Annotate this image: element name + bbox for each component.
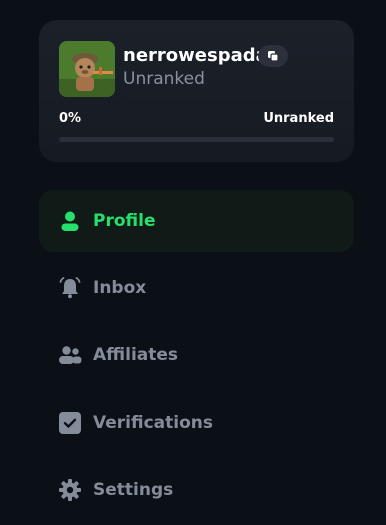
users-icon [58, 343, 82, 367]
nav-item-affiliates[interactable]: Affiliates [39, 324, 354, 386]
nav-label-verifications: Verifications [93, 413, 213, 433]
avatar-image [59, 41, 115, 97]
progress-bar [59, 137, 334, 142]
progress-next-rank: Unranked [263, 111, 334, 126]
account-sidebar: nerrowespada Unranked 0% Unranked Profil… [0, 0, 386, 525]
nav-item-settings[interactable]: Settings [39, 459, 354, 521]
rank-label: Unranked [123, 69, 205, 89]
nav-label-inbox: Inbox [93, 278, 147, 298]
nav-item-verifications[interactable]: Verifications [39, 392, 354, 454]
avatar[interactable] [59, 41, 115, 97]
nav-item-profile[interactable]: Profile [39, 190, 354, 252]
nav-label-settings: Settings [93, 480, 174, 500]
nav-label-affiliates: Affiliates [93, 345, 179, 365]
progress-percent: 0% [59, 111, 82, 126]
bell-icon [58, 276, 82, 300]
copy-icon [268, 51, 279, 62]
nav-item-inbox[interactable]: Inbox [39, 257, 354, 319]
copy-username-button[interactable] [258, 45, 288, 67]
username: nerrowespada [123, 45, 268, 66]
user-icon [58, 209, 82, 233]
check-square-icon [58, 411, 82, 435]
nav-label-profile: Profile [93, 211, 156, 231]
gear-icon [58, 478, 82, 502]
profile-card: nerrowespada Unranked 0% Unranked [39, 20, 354, 162]
